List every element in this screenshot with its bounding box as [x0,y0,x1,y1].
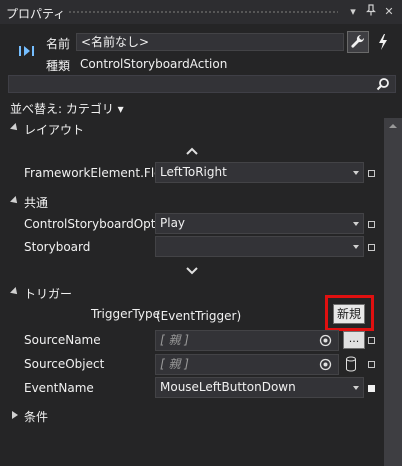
events-bolt-button[interactable] [373,31,393,53]
section-common[interactable]: 共通 [0,191,384,213]
chevron-down-icon [353,171,359,175]
sort-dropdown[interactable]: 並べ替え: カテゴリ ▾ [10,100,124,117]
type-label: 種類 [46,59,71,73]
trigger-type-label: TriggerType [91,307,160,321]
wrench-icon [351,34,365,48]
collapse-icon [10,196,20,206]
section-layout[interactable]: レイアウト [0,118,384,140]
target-picker-icon[interactable] [319,334,332,347]
sourceobject-field[interactable]: [ 親 ] [155,354,339,375]
close-icon[interactable]: ✕ [382,4,396,20]
eventname-combo[interactable]: MouseLeftButtonDown [155,377,364,398]
prop-sourceobject-label: SourceObject [24,357,105,371]
chevron-down-icon [353,386,359,390]
section-condition[interactable]: 条件 [0,405,384,427]
property-marker[interactable] [368,221,375,228]
flowdirection-value: LeftToRight [160,165,227,179]
collapse-icon [10,123,20,133]
collapse-icon [10,287,20,297]
chevron-down-icon [353,245,359,249]
panel-titlebar: プロパティ ▾ ✕ [0,0,402,24]
panel-title: プロパティ [6,7,66,21]
eventname-value: MouseLeftButtonDown [160,380,296,394]
search-input[interactable] [8,75,396,93]
expand-icon [12,411,18,419]
vertical-scrollbar[interactable] [384,118,402,466]
collapse-up-icon[interactable] [185,145,199,155]
prop-flowdirection-label: FrameworkElement.Flo... [24,166,173,180]
name-field[interactable]: <名前なし> [76,33,344,51]
property-marker-set[interactable] [368,385,375,392]
new-trigger-button[interactable]: 新規 [333,304,365,324]
search-icon[interactable] [376,77,392,91]
section-layout-label: レイアウト [24,123,85,137]
properties-wrench-button[interactable] [347,31,369,53]
expand-down-icon[interactable] [185,265,199,275]
section-condition-label: 条件 [24,410,49,424]
bolt-icon [379,34,387,50]
sourceobject-value: [ 親 ] [160,357,189,371]
sourcename-value: [ 親 ] [160,333,189,347]
type-value: ControlStoryboardAction [80,57,228,71]
prop-sourcename-label: SourceName [24,333,101,347]
scroll-up-icon[interactable] [384,121,402,131]
pin-icon[interactable] [364,4,378,20]
controlstoryboardoption-combo[interactable]: Play [155,213,364,234]
database-icon[interactable] [345,356,357,372]
section-trigger-label: トリガー [24,287,73,301]
property-marker[interactable] [368,361,375,368]
sourcename-field[interactable]: [ 親 ] [155,330,339,351]
property-marker[interactable] [368,170,375,177]
trigger-type-value: (EventTrigger) [156,309,242,323]
prop-controlstoryboardoption-label: ControlStoryboardOpt... [24,217,167,231]
chevron-down-icon [353,222,359,226]
titlebar-grip[interactable] [68,10,338,15]
controlstoryboardoption-value: Play [160,216,186,230]
target-picker-icon[interactable] [319,358,332,371]
dropdown-icon[interactable]: ▾ [346,4,360,20]
prop-storyboard-label: Storyboard [24,240,91,254]
property-marker[interactable] [368,244,375,251]
element-type-icon [18,44,36,58]
storyboard-combo[interactable] [155,236,364,257]
property-marker[interactable] [368,337,375,344]
flowdirection-combo[interactable]: LeftToRight [155,162,364,183]
name-label: 名前 [46,37,71,51]
browse-button[interactable]: ... [343,331,365,349]
prop-eventname-label: EventName [24,381,94,395]
section-common-label: 共通 [24,196,49,210]
